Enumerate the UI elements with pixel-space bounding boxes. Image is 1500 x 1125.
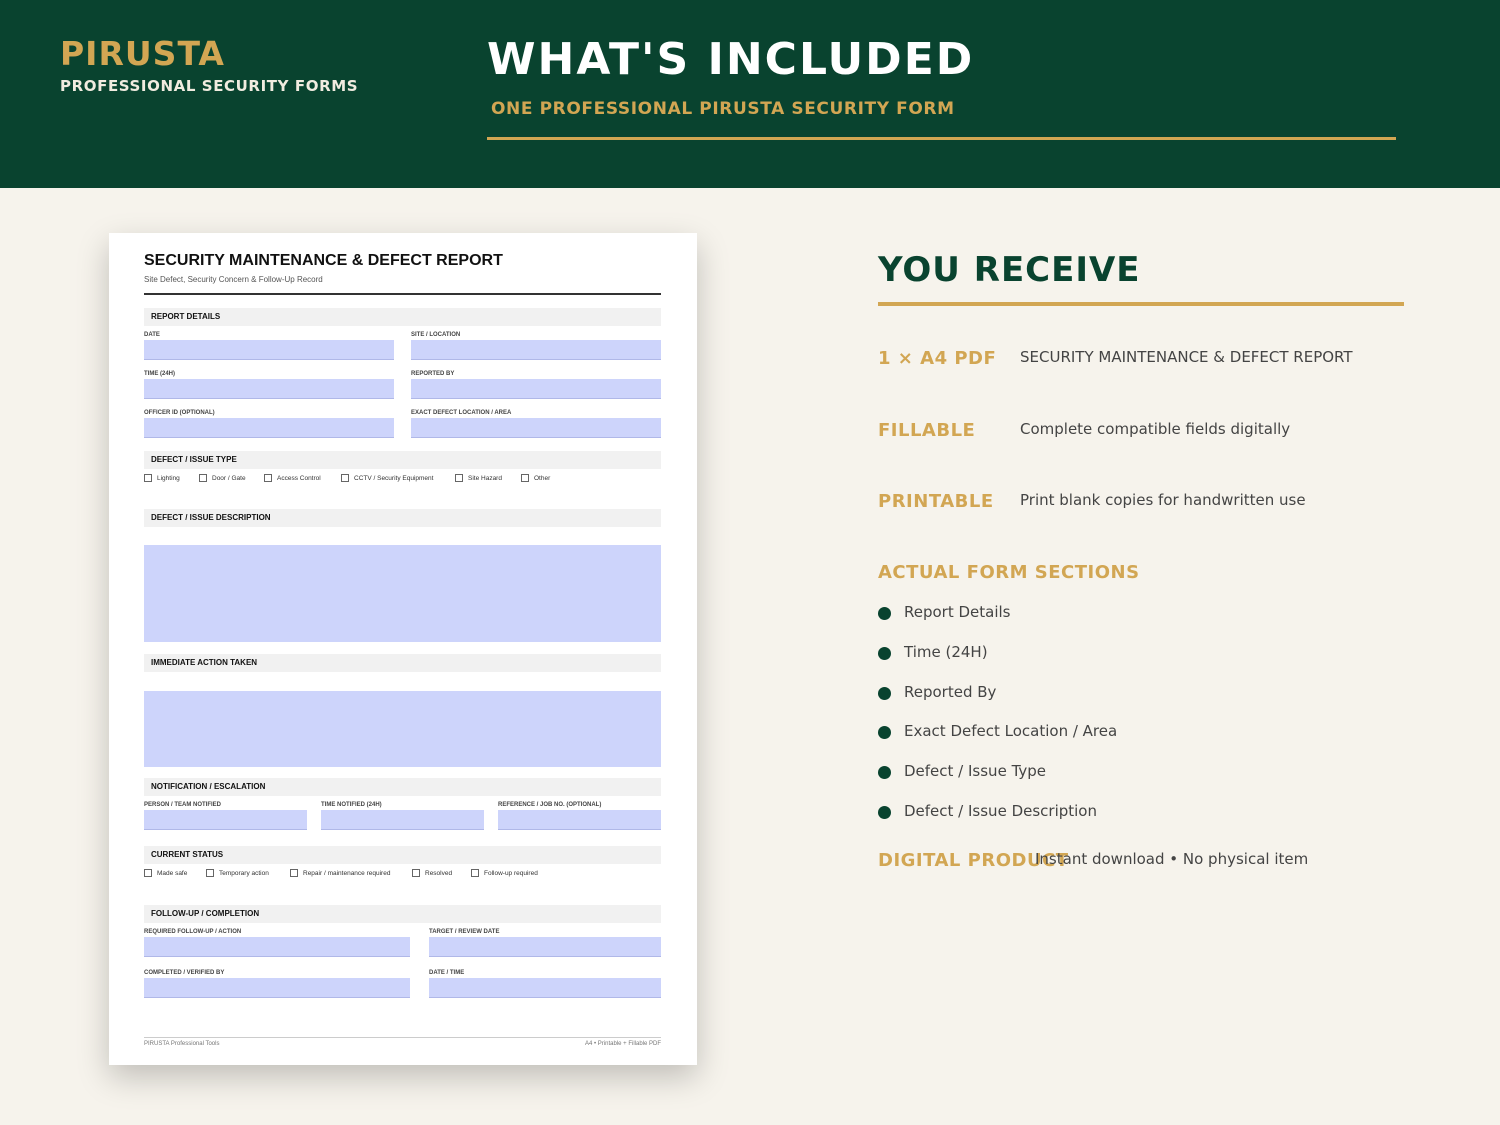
section-current-status: CURRENT STATUS — [144, 846, 661, 864]
section-immediate-action: IMMEDIATE ACTION TAKEN — [144, 654, 661, 672]
page-title: WHAT'S INCLUDED — [487, 34, 975, 85]
checkbox-access-control[interactable]: Access Control — [264, 474, 321, 482]
immediate-action-field[interactable] — [144, 691, 661, 767]
date-field[interactable] — [144, 340, 394, 360]
feature-value-pdf: SECURITY MAINTENANCE & DEFECT REPORT — [1020, 348, 1353, 366]
form-sections-heading: ACTUAL FORM SECTIONS — [878, 562, 1140, 583]
label-officer-id: OFFICER ID (OPTIONAL) — [144, 410, 215, 416]
checkbox-icon — [144, 869, 152, 877]
bullet-dot-icon — [878, 607, 891, 620]
list-item: Time (24H) — [878, 643, 988, 661]
checkbox-icon — [521, 474, 529, 482]
checkbox-repair-required[interactable]: Repair / maintenance required — [290, 869, 390, 877]
checkbox-icon — [199, 474, 207, 482]
checkbox-icon — [206, 869, 214, 877]
checkbox-resolved[interactable]: Resolved — [412, 869, 452, 877]
checkbox-icon — [144, 474, 152, 482]
label-reference: REFERENCE / JOB NO. (OPTIONAL) — [498, 802, 602, 808]
bullet-dot-icon — [878, 647, 891, 660]
list-item: Report Details — [878, 603, 1011, 621]
section-defect-description: DEFECT / ISSUE DESCRIPTION — [144, 509, 661, 527]
form-preview: SECURITY MAINTENANCE & DEFECT REPORT Sit… — [109, 233, 697, 1065]
form-title-rule — [144, 293, 661, 295]
checkbox-icon — [341, 474, 349, 482]
time-notified-field[interactable] — [321, 810, 484, 830]
site-location-field[interactable] — [411, 340, 661, 360]
list-item: Defect / Issue Description — [878, 802, 1097, 820]
label-time: TIME (24H) — [144, 371, 176, 377]
checkbox-icon — [264, 474, 272, 482]
section-report-details: REPORT DETAILS — [144, 308, 661, 326]
section-defect-type: DEFECT / ISSUE TYPE — [144, 451, 661, 469]
label-required-follow-up: REQUIRED FOLLOW-UP / ACTION — [144, 929, 242, 935]
bullet-dot-icon — [878, 687, 891, 700]
label-person-notified: PERSON / TEAM NOTIFIED — [144, 802, 222, 808]
required-follow-up-field[interactable] — [144, 937, 410, 957]
checkbox-icon — [290, 869, 298, 877]
checkbox-other[interactable]: Other — [521, 474, 550, 482]
form-subtitle: Site Defect, Security Concern & Follow-U… — [144, 275, 323, 284]
time-field[interactable] — [144, 379, 394, 399]
date-time-field[interactable] — [429, 978, 661, 998]
reference-field[interactable] — [498, 810, 661, 830]
checkbox-lighting[interactable]: Lighting — [144, 474, 180, 482]
page-subtitle: ONE PROFESSIONAL PIRUSTA SECURITY FORM — [491, 99, 955, 119]
feature-value-fillable: Complete compatible fields digitally — [1020, 420, 1291, 438]
panel-title: YOU RECEIVE — [878, 250, 1141, 290]
bullet-dot-icon — [878, 766, 891, 779]
reported-by-field[interactable] — [411, 379, 661, 399]
label-date: DATE — [144, 332, 160, 338]
checkbox-icon — [471, 869, 479, 877]
form-title: SECURITY MAINTENANCE & DEFECT REPORT — [144, 252, 503, 269]
list-item: Reported By — [878, 683, 996, 701]
feature-key-fillable: FILLABLE — [878, 420, 976, 441]
digital-product-value: Instant download • No physical item — [1035, 850, 1309, 868]
list-item: Defect / Issue Type — [878, 762, 1046, 780]
person-notified-field[interactable] — [144, 810, 307, 830]
checkbox-temporary-action[interactable]: Temporary action — [206, 869, 269, 877]
label-site-location: SITE / LOCATION — [411, 332, 461, 338]
form-footer-rule — [144, 1037, 661, 1038]
brand-tagline: PROFESSIONAL SECURITY FORMS — [60, 77, 359, 95]
checkbox-made-safe[interactable]: Made safe — [144, 869, 187, 877]
bullet-dot-icon — [878, 806, 891, 819]
checkbox-door-gate[interactable]: Door / Gate — [199, 474, 246, 482]
list-item: Exact Defect Location / Area — [878, 722, 1117, 740]
brand-name: PIRUSTA — [60, 34, 225, 73]
label-completed-by: COMPLETED / VERIFIED BY — [144, 970, 225, 976]
exact-location-field[interactable] — [411, 418, 661, 438]
header-banner: PIRUSTA PROFESSIONAL SECURITY FORMS WHAT… — [0, 0, 1500, 188]
defect-description-field[interactable] — [144, 545, 661, 642]
label-exact-location: EXACT DEFECT LOCATION / AREA — [411, 410, 512, 416]
checkbox-follow-up-required[interactable]: Follow-up required — [471, 869, 538, 877]
section-notification: NOTIFICATION / ESCALATION — [144, 778, 661, 796]
header-divider — [487, 137, 1396, 140]
label-target-date: TARGET / REVIEW DATE — [429, 929, 500, 935]
bullet-dot-icon — [878, 726, 891, 739]
form-footer-right: A4 • Printable + Fillable PDF — [585, 1041, 661, 1047]
checkbox-site-hazard[interactable]: Site Hazard — [455, 474, 502, 482]
label-date-time: DATE / TIME — [429, 970, 465, 976]
checkbox-icon — [412, 869, 420, 877]
section-follow-up: FOLLOW-UP / COMPLETION — [144, 905, 661, 923]
target-date-field[interactable] — [429, 937, 661, 957]
checkbox-icon — [455, 474, 463, 482]
panel-divider — [878, 302, 1404, 306]
completed-by-field[interactable] — [144, 978, 410, 998]
officer-id-field[interactable] — [144, 418, 394, 438]
feature-key-pdf: 1 × A4 PDF — [878, 348, 997, 369]
feature-key-printable: PRINTABLE — [878, 491, 994, 512]
feature-value-printable: Print blank copies for handwritten use — [1020, 491, 1306, 509]
checkbox-cctv[interactable]: CCTV / Security Equipment — [341, 474, 433, 482]
label-reported-by: REPORTED BY — [411, 371, 455, 377]
label-time-notified: TIME NOTIFIED (24H) — [321, 802, 382, 808]
form-footer-left: PIRUSTA Professional Tools — [144, 1041, 220, 1047]
